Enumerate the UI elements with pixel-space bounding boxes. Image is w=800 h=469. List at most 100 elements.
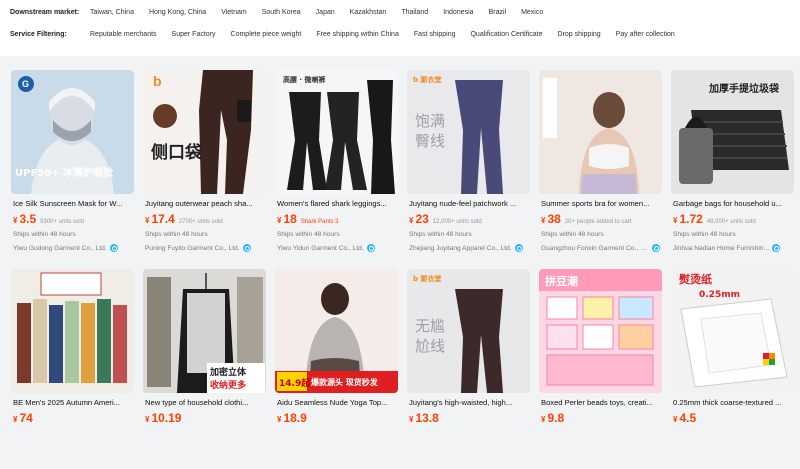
product-price: 4.5 <box>679 411 697 425</box>
service-option-pay-after-collection[interactable]: Pay after collection <box>616 31 675 38</box>
product-price: 18 <box>283 212 297 226</box>
service-option-free-shipping[interactable]: Free shipping within China <box>316 31 399 38</box>
chat-icon[interactable] <box>514 244 523 252</box>
market-option-brazil[interactable]: Brazil <box>489 9 507 16</box>
service-option-reputable-merchants[interactable]: Reputable merchants <box>90 31 157 38</box>
service-option-drop-shipping[interactable]: Drop shipping <box>557 31 600 38</box>
service-option-super-factory[interactable]: Super Factory <box>172 31 216 38</box>
units-sold: 2700+ units sold <box>178 219 223 225</box>
product-card[interactable]: b 聚衣堂 饱满 臀线 Juyitang nude-feel patchwork… <box>407 70 530 270</box>
product-price: 18.9 <box>283 411 307 425</box>
product-card[interactable]: Summer sports bra for women... ¥ 38 20+ … <box>539 70 662 270</box>
market-option-hong-kong[interactable]: Hong Kong, China <box>149 9 206 16</box>
supplier-row: Yiwu Gudong Garment Co., Ltd. <box>13 243 134 253</box>
supplier-row: Yiwu Yidun Garment Co., Ltd. <box>277 243 398 253</box>
brand-logo-text: b 聚衣堂 <box>413 274 441 283</box>
garment-bag-photo-icon[interactable]: 加密立体 收纳更多 <box>143 269 266 393</box>
product-card[interactable]: 加厚手提垃圾袋 Garbage bags for household u... … <box>671 70 794 270</box>
product-overlay-text: 饱满 <box>415 112 445 130</box>
product-overlay-text: 加密立体 <box>209 366 247 378</box>
market-option-indonesia[interactable]: Indonesia <box>443 9 473 16</box>
brand-logo-text: G <box>22 79 29 89</box>
yoga-top-photo-icon[interactable]: 14.9起 爆款源头 现货秒发 <box>275 269 398 393</box>
chat-icon[interactable] <box>652 244 660 252</box>
product-price: 9.8 <box>547 411 565 425</box>
price-row: ¥ 74 <box>13 411 134 425</box>
supplier-name[interactable]: Puning Fuyito Garment Co., Ltd. <box>145 245 240 252</box>
supplier-name[interactable]: Zhejiang Juyitang Apparel Co., Ltd. <box>409 245 512 252</box>
service-option-complete-piece-weight[interactable]: Complete piece weight <box>231 31 302 38</box>
market-option-vietnam[interactable]: Vietnam <box>221 9 247 16</box>
product-card[interactable]: 熨烫纸 0.25mm 0.25mm thick coarse-textured … <box>671 269 794 469</box>
product-title[interactable]: Summer sports bra for women... <box>541 199 661 208</box>
product-card[interactable]: b 侧口袋 Juyitang outerwear peach sha... ¥ … <box>143 70 266 270</box>
price-row: ¥ 3.5 9300+ units sold <box>13 212 134 226</box>
product-title[interactable]: Juyitang's high-waisted, high... <box>409 398 529 407</box>
product-card[interactable]: 14.9起 爆款源头 现货秒发 Aidu Seamless Nude Yoga … <box>275 269 398 469</box>
currency-symbol: ¥ <box>541 216 546 225</box>
service-filter-label: Service Filtering: <box>10 30 67 38</box>
service-option-qualification-certificate[interactable]: Qualification Certificate <box>470 31 542 38</box>
chat-icon[interactable] <box>242 244 251 252</box>
market-option-south-korea[interactable]: South Korea <box>262 9 301 16</box>
perler-beads-photo-icon[interactable]: 拼豆潮 <box>539 269 662 393</box>
units-sold: 12,000+ units sold <box>432 219 482 225</box>
product-title[interactable]: Juyitang outerwear peach sha... <box>145 199 265 208</box>
filter-panel: Downstream market: Taiwan, China Hong Ko… <box>0 0 800 56</box>
price-row: ¥ 18.9 <box>277 411 398 425</box>
product-price: 23 <box>415 212 429 226</box>
service-option-fast-shipping[interactable]: Fast shipping <box>414 31 456 38</box>
product-overlay-text: 高腰 · 微喇裤 <box>283 75 326 84</box>
product-price: 74 <box>19 411 33 425</box>
product-title[interactable]: 0.25mm thick coarse-textured ... <box>673 398 793 407</box>
market-filter-label: Downstream market: <box>10 8 80 16</box>
product-card[interactable]: 拼豆潮 Boxed Perler beads toys, creati... ¥… <box>539 269 662 469</box>
market-option-kazakhstan[interactable]: Kazakhstan <box>350 9 387 16</box>
product-title[interactable]: Aidu Seamless Nude Yoga Top... <box>277 398 397 407</box>
market-option-mexico[interactable]: Mexico <box>521 9 543 16</box>
price-row: ¥ 13.8 <box>409 411 530 425</box>
product-title[interactable]: Women's flared shark leggings... <box>277 199 397 208</box>
price-row: ¥ 4.5 <box>673 411 794 425</box>
product-title[interactable]: Juyitang nude-feel patchwork ... <box>409 199 529 208</box>
sports-bra-photo-icon[interactable] <box>539 70 662 194</box>
patchwork-leggings-photo-icon[interactable]: b 聚衣堂 饱满 臀线 <box>407 70 530 194</box>
product-title[interactable]: Garbage bags for household u... <box>673 199 793 208</box>
product-card[interactable]: BE Men's 2025 Autumn Ameri... ¥ 74 <box>11 269 134 469</box>
product-overlay-text: 侧口袋 <box>151 142 203 163</box>
supplier-name[interactable]: Yiwu Gudong Garment Co., Ltd. <box>13 245 107 252</box>
chat-icon[interactable] <box>366 244 375 252</box>
garbage-bags-photo-icon[interactable]: 加厚手提垃圾袋 <box>671 70 794 194</box>
flared-pants-photo-icon[interactable]: 高腰 · 微喇裤 <box>275 70 398 194</box>
product-title[interactable]: Boxed Perler beads toys, creati... <box>541 398 661 407</box>
brand-logo-text: b <box>153 73 162 89</box>
chat-icon[interactable] <box>109 244 118 252</box>
market-option-thailand[interactable]: Thailand <box>401 9 428 16</box>
supplier-row: Puning Fuyito Garment Co., Ltd. <box>145 243 266 253</box>
shipping-info: Ships within 48 hours <box>541 231 604 238</box>
chat-icon[interactable] <box>772 244 781 252</box>
product-price: 3.5 <box>19 212 37 226</box>
high-waist-leggings-photo-icon[interactable]: b 聚衣堂 无尴 尬线 <box>407 269 530 393</box>
sunscreen-mask-photo-icon[interactable]: G UPF50+ 冰薄护眼脸 <box>11 70 134 194</box>
leggings-pocket-photo-icon[interactable]: b 侧口袋 <box>143 70 266 194</box>
market-option-japan[interactable]: Japan <box>316 9 335 16</box>
supplier-name[interactable]: Guangzhou Fonxin Garment Co., Ltd. <box>541 245 649 252</box>
currency-symbol: ¥ <box>409 216 414 225</box>
supplier-name[interactable]: Jinhua Nadian Home Furnishin... <box>673 245 769 252</box>
product-title[interactable]: New type of household clothi... <box>145 398 265 407</box>
tracksuits-photo-icon[interactable] <box>11 269 134 393</box>
currency-symbol: ¥ <box>13 216 18 225</box>
product-title[interactable]: BE Men's 2025 Autumn Ameri... <box>13 398 133 407</box>
product-price: 1.72 <box>679 212 703 226</box>
product-card[interactable]: b 聚衣堂 无尴 尬线 Juyitang's high-waisted, hig… <box>407 269 530 469</box>
market-option-taiwan[interactable]: Taiwan, China <box>90 9 134 16</box>
product-card[interactable]: 高腰 · 微喇裤 Women's flared shark leggings..… <box>275 70 398 270</box>
supplier-name[interactable]: Yiwu Yidun Garment Co., Ltd. <box>277 245 364 252</box>
product-card[interactable]: 加密立体 收纳更多 New type of household clothi..… <box>143 269 266 469</box>
price-row: ¥ 17.4 2700+ units sold <box>145 212 266 226</box>
bead-sheet-photo-icon[interactable]: 熨烫纸 0.25mm <box>671 269 794 393</box>
product-card[interactable]: G UPF50+ 冰薄护眼脸 Ice Silk Sunscreen Mask f… <box>11 70 134 270</box>
product-overlay-text-2: 尬线 <box>415 337 445 355</box>
product-title[interactable]: Ice Silk Sunscreen Mask for W... <box>13 199 133 208</box>
